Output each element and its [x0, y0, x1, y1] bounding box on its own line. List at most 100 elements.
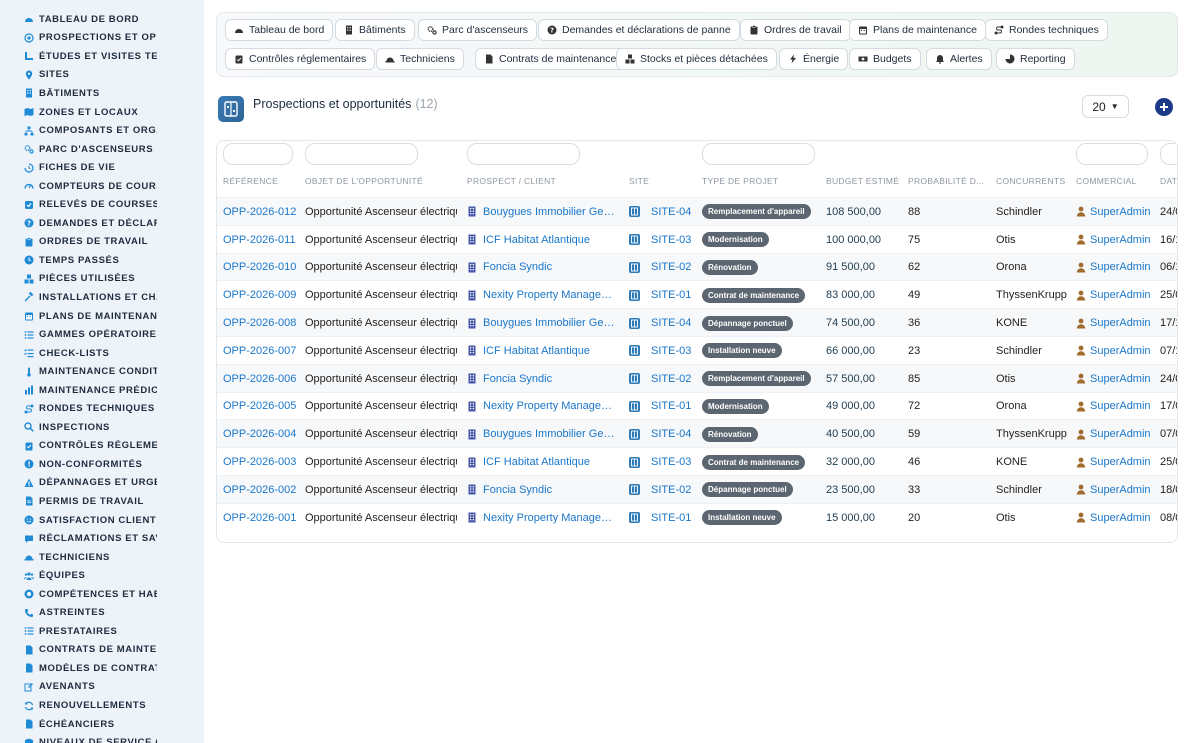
nav-chip[interactable]: Alertes	[926, 48, 992, 70]
sidebar-item[interactable]: FICHES DE VIE	[0, 158, 204, 177]
nav-chip[interactable]: Rondes techniques	[985, 19, 1108, 41]
nav-chip[interactable]: Reporting	[996, 48, 1075, 70]
sidebar-item[interactable]: SITES	[0, 66, 204, 85]
nav-chip[interactable]: Ordres de travail	[740, 19, 851, 41]
commercial-link[interactable]: SuperAdmin	[1090, 206, 1151, 218]
client-link[interactable]: Foncia Syndic	[483, 373, 619, 385]
commercial-link[interactable]: SuperAdmin	[1090, 261, 1151, 273]
sidebar-item[interactable]: ÉQUIPES	[0, 566, 204, 585]
reference-link[interactable]: OPP-2026-004	[223, 420, 301, 448]
sidebar-item[interactable]: PIÈCES UTILISÉES	[0, 270, 204, 289]
sidebar-item[interactable]: COMPOSANTS ET ORGANES	[0, 121, 204, 140]
table-row[interactable]: OPP-2026-011 Opportunité Ascenseur électr…	[217, 224, 1177, 254]
sidebar-item[interactable]: MAINTENANCE PRÉDICTIVE	[0, 381, 204, 400]
reference-link[interactable]: OPP-2026-012	[223, 198, 301, 226]
sidebar-item[interactable]: NON-CONFORMITÉS	[0, 455, 204, 474]
sidebar-item[interactable]: ZONES ET LOCAUX	[0, 103, 204, 122]
sidebar-item[interactable]: BÂTIMENTS	[0, 84, 204, 103]
sidebar-item[interactable]: MODÈLES DE CONTRATS	[0, 659, 204, 678]
nav-chip[interactable]: Stocks et pièces détachées	[616, 48, 777, 70]
reference-link[interactable]: OPP-2026-011	[223, 226, 301, 254]
sidebar-item[interactable]: RELEVÉS DE COURSES	[0, 195, 204, 214]
sidebar-item[interactable]: AVENANTS	[0, 678, 204, 697]
reference-link[interactable]: OPP-2026-007	[223, 337, 301, 365]
client-link[interactable]: Nexity Property Management	[483, 400, 619, 412]
nav-chip[interactable]: Parc d'ascenseurs	[418, 19, 538, 41]
filter-client-input[interactable]	[467, 143, 580, 165]
commercial-link[interactable]: SuperAdmin	[1090, 289, 1151, 301]
column-header[interactable]: PROSPECT / CLIENT	[467, 176, 622, 186]
commercial-link[interactable]: SuperAdmin	[1090, 234, 1151, 246]
nav-chip[interactable]: Bâtiments	[335, 19, 415, 41]
sidebar-item[interactable]: RONDES TECHNIQUES	[0, 399, 204, 418]
sidebar-item[interactable]: INSPECTIONS	[0, 418, 204, 437]
column-header[interactable]: BUDGET ESTIMÉ	[826, 176, 906, 186]
site-link[interactable]: SITE-02	[651, 373, 691, 385]
column-header[interactable]: PROBABILITÉ D...	[908, 176, 992, 186]
commercial-link[interactable]: SuperAdmin	[1090, 456, 1151, 468]
sidebar-item[interactable]: CONTRÔLES RÉGLEMENTAIRES	[0, 437, 204, 456]
commercial-link[interactable]: SuperAdmin	[1090, 512, 1151, 524]
sidebar-item[interactable]: CHECK-LISTS	[0, 344, 204, 363]
sidebar-item[interactable]: DÉPANNAGES ET URGENCES	[0, 474, 204, 493]
site-link[interactable]: SITE-03	[651, 234, 691, 246]
nav-chip[interactable]: Énergie	[779, 48, 849, 70]
table-row[interactable]: OPP-2026-012 Opportunité Ascenseur électr…	[217, 197, 1177, 226]
client-link[interactable]: Nexity Property Management	[483, 512, 619, 524]
sidebar-item[interactable]: PERMIS DE TRAVAIL	[0, 492, 204, 511]
table-row[interactable]: OPP-2026-007 Opportunité Ascenseur électr…	[217, 336, 1177, 365]
column-header[interactable]: DATE	[1160, 176, 1177, 186]
site-link[interactable]: SITE-01	[651, 289, 691, 301]
site-link[interactable]: SITE-01	[651, 400, 691, 412]
sidebar-item[interactable]: MAINTENANCE CONDITIONNELLE	[0, 362, 204, 381]
sidebar-item[interactable]: NIVEAUX DE SERVICE (SLA)	[0, 733, 204, 743]
sidebar-item[interactable]: ? DEMANDES ET DÉCLARATIONS	[0, 214, 204, 233]
commercial-link[interactable]: SuperAdmin	[1090, 400, 1151, 412]
reference-link[interactable]: OPP-2026-006	[223, 365, 301, 393]
client-link[interactable]: ICF Habitat Atlantique	[483, 456, 619, 468]
sidebar-item[interactable]: ÉCHÉANCIERS	[0, 715, 204, 734]
sidebar-item[interactable]: ASTREINTES	[0, 604, 204, 623]
reference-link[interactable]: OPP-2026-002	[223, 476, 301, 504]
reference-link[interactable]: OPP-2026-005	[223, 393, 301, 421]
per-page-select[interactable]: 20 ▼	[1082, 95, 1129, 118]
sidebar-item[interactable]: SATISFACTION CLIENT	[0, 511, 204, 530]
sidebar-item[interactable]: GAMMES OPÉRATOIRES	[0, 325, 204, 344]
client-link[interactable]: Bouygues Immobilier Gestion	[483, 317, 619, 329]
table-row[interactable]: OPP-2026-010 Opportunité Ascenseur électr…	[217, 252, 1177, 282]
nav-chip[interactable]: Contrats de maintenance	[475, 48, 626, 70]
commercial-link[interactable]: SuperAdmin	[1090, 373, 1151, 385]
nav-chip[interactable]: Techniciens	[376, 48, 464, 70]
sidebar-item[interactable]: COMPÉTENCES ET HABILITATIONS	[0, 585, 204, 604]
table-row[interactable]: OPP-2026-005 Opportunité Ascenseur électr…	[217, 391, 1177, 421]
filter-reference-input[interactable]	[223, 143, 293, 165]
client-link[interactable]: Bouygues Immobilier Gestion	[483, 428, 619, 440]
sidebar-item[interactable]: RÉCLAMATIONS ET SAV	[0, 529, 204, 548]
table-row[interactable]: OPP-2026-003 Opportunité Ascenseur électr…	[217, 447, 1177, 475]
filter-type-input[interactable]	[702, 143, 815, 165]
commercial-link[interactable]: SuperAdmin	[1090, 317, 1151, 329]
sidebar-item[interactable]: PLANS DE MAINTENANCE	[0, 307, 204, 326]
filter-date-input[interactable]	[1160, 143, 1177, 165]
sidebar-item[interactable]: ÉTUDES ET VISITES TECHNIQUES	[0, 47, 204, 66]
reference-link[interactable]: OPP-2026-010	[223, 254, 301, 282]
nav-chip[interactable]: Plans de maintenance	[849, 19, 986, 41]
column-header[interactable]: OBJET DE L'OPPORTUNITÉ	[305, 176, 463, 186]
sidebar-item[interactable]: ORDRES DE TRAVAIL	[0, 233, 204, 252]
add-button[interactable]	[1155, 98, 1173, 116]
nav-chip[interactable]: Budgets	[849, 48, 921, 70]
nav-chip[interactable]: Tableau de bord	[225, 19, 334, 41]
table-row[interactable]: OPP-2026-004 Opportunité Ascenseur électr…	[217, 419, 1177, 448]
table-row[interactable]: OPP-2026-002 Opportunité Ascenseur électr…	[217, 475, 1177, 504]
reference-link[interactable]: OPP-2026-009	[223, 281, 301, 309]
filter-commercial-input[interactable]	[1076, 143, 1148, 165]
sidebar-item[interactable]: CONTRATS DE MAINTENANCE	[0, 641, 204, 660]
site-link[interactable]: SITE-04	[651, 317, 691, 329]
column-header[interactable]: SITE	[629, 176, 699, 186]
column-header[interactable]: TYPE DE PROJET	[702, 176, 822, 186]
table-row[interactable]: OPP-2026-009 Opportunité Ascenseur électr…	[217, 280, 1177, 309]
sidebar-item[interactable]: PARC D'ASCENSEURS	[0, 140, 204, 159]
table-row[interactable]: OPP-2026-008 Opportunité Ascenseur électr…	[217, 308, 1177, 336]
client-link[interactable]: ICF Habitat Atlantique	[483, 234, 619, 246]
client-link[interactable]: Bouygues Immobilier Gestion	[483, 206, 619, 218]
